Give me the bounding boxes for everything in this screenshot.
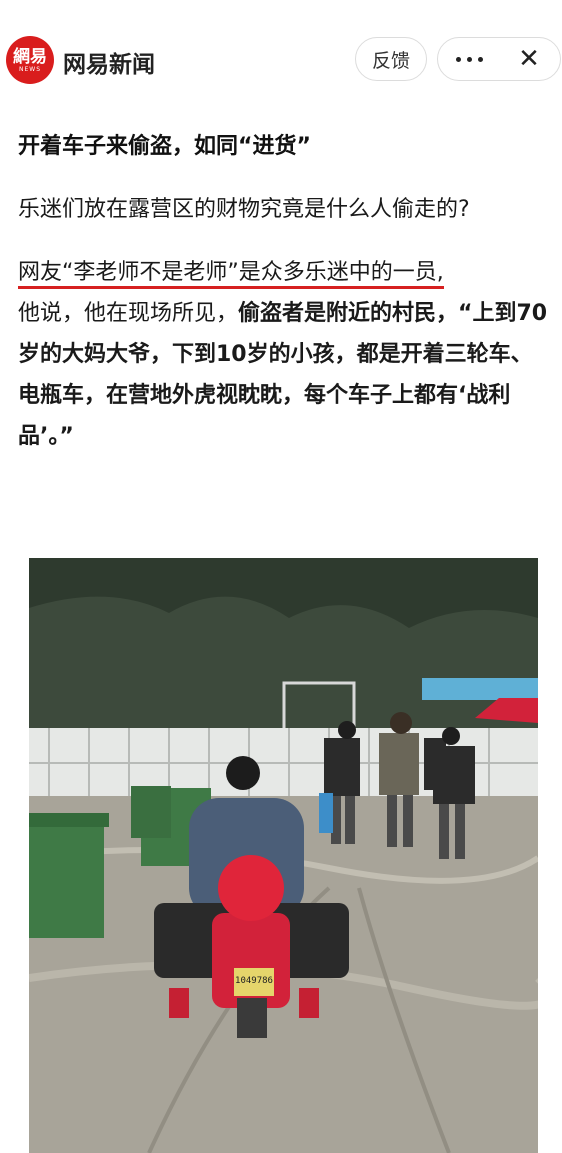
more-button[interactable] — [439, 38, 499, 80]
photo-scene: 1049786 — [29, 558, 538, 1153]
close-button[interactable]: ✕ — [499, 38, 559, 80]
app-name[interactable]: 网易新闻 — [63, 45, 155, 79]
paragraph-question: 乐迷们放在露营区的财物究竟是什么人偷走的? — [18, 197, 470, 222]
logo-sub: NEWS — [18, 65, 42, 73]
logo-text: 網易 — [13, 46, 47, 67]
top-bar: 網易 NEWS 网易新闻 反馈 ✕ — [0, 0, 562, 100]
article-photo[interactable]: 1049786 — [29, 558, 538, 1153]
feedback-button[interactable]: 反馈 — [355, 37, 427, 81]
license-plate: 1049786 — [235, 976, 273, 986]
highlighted-text: 网友“李老师不是老师”是众多乐迷中的一员, — [18, 260, 444, 289]
plain-text: 他说，他在现场所见， — [18, 301, 239, 326]
section-heading: 开着车子来偷盗，如同“进货” — [18, 134, 311, 159]
paragraph-quote: 网友“李老师不是老师”是众多乐迷中的一员, 他说，他在现场所见，偷盗者是附近的村… — [18, 252, 553, 457]
article-body: 开着车子来偷盗，如同“进货” 乐迷们放在露营区的财物究竟是什么人偷走的? 网友“… — [18, 125, 553, 457]
netease-logo-icon[interactable]: 網易 NEWS — [6, 36, 54, 84]
capsule-menu: ✕ — [437, 37, 561, 81]
more-dots-icon — [455, 56, 461, 62]
